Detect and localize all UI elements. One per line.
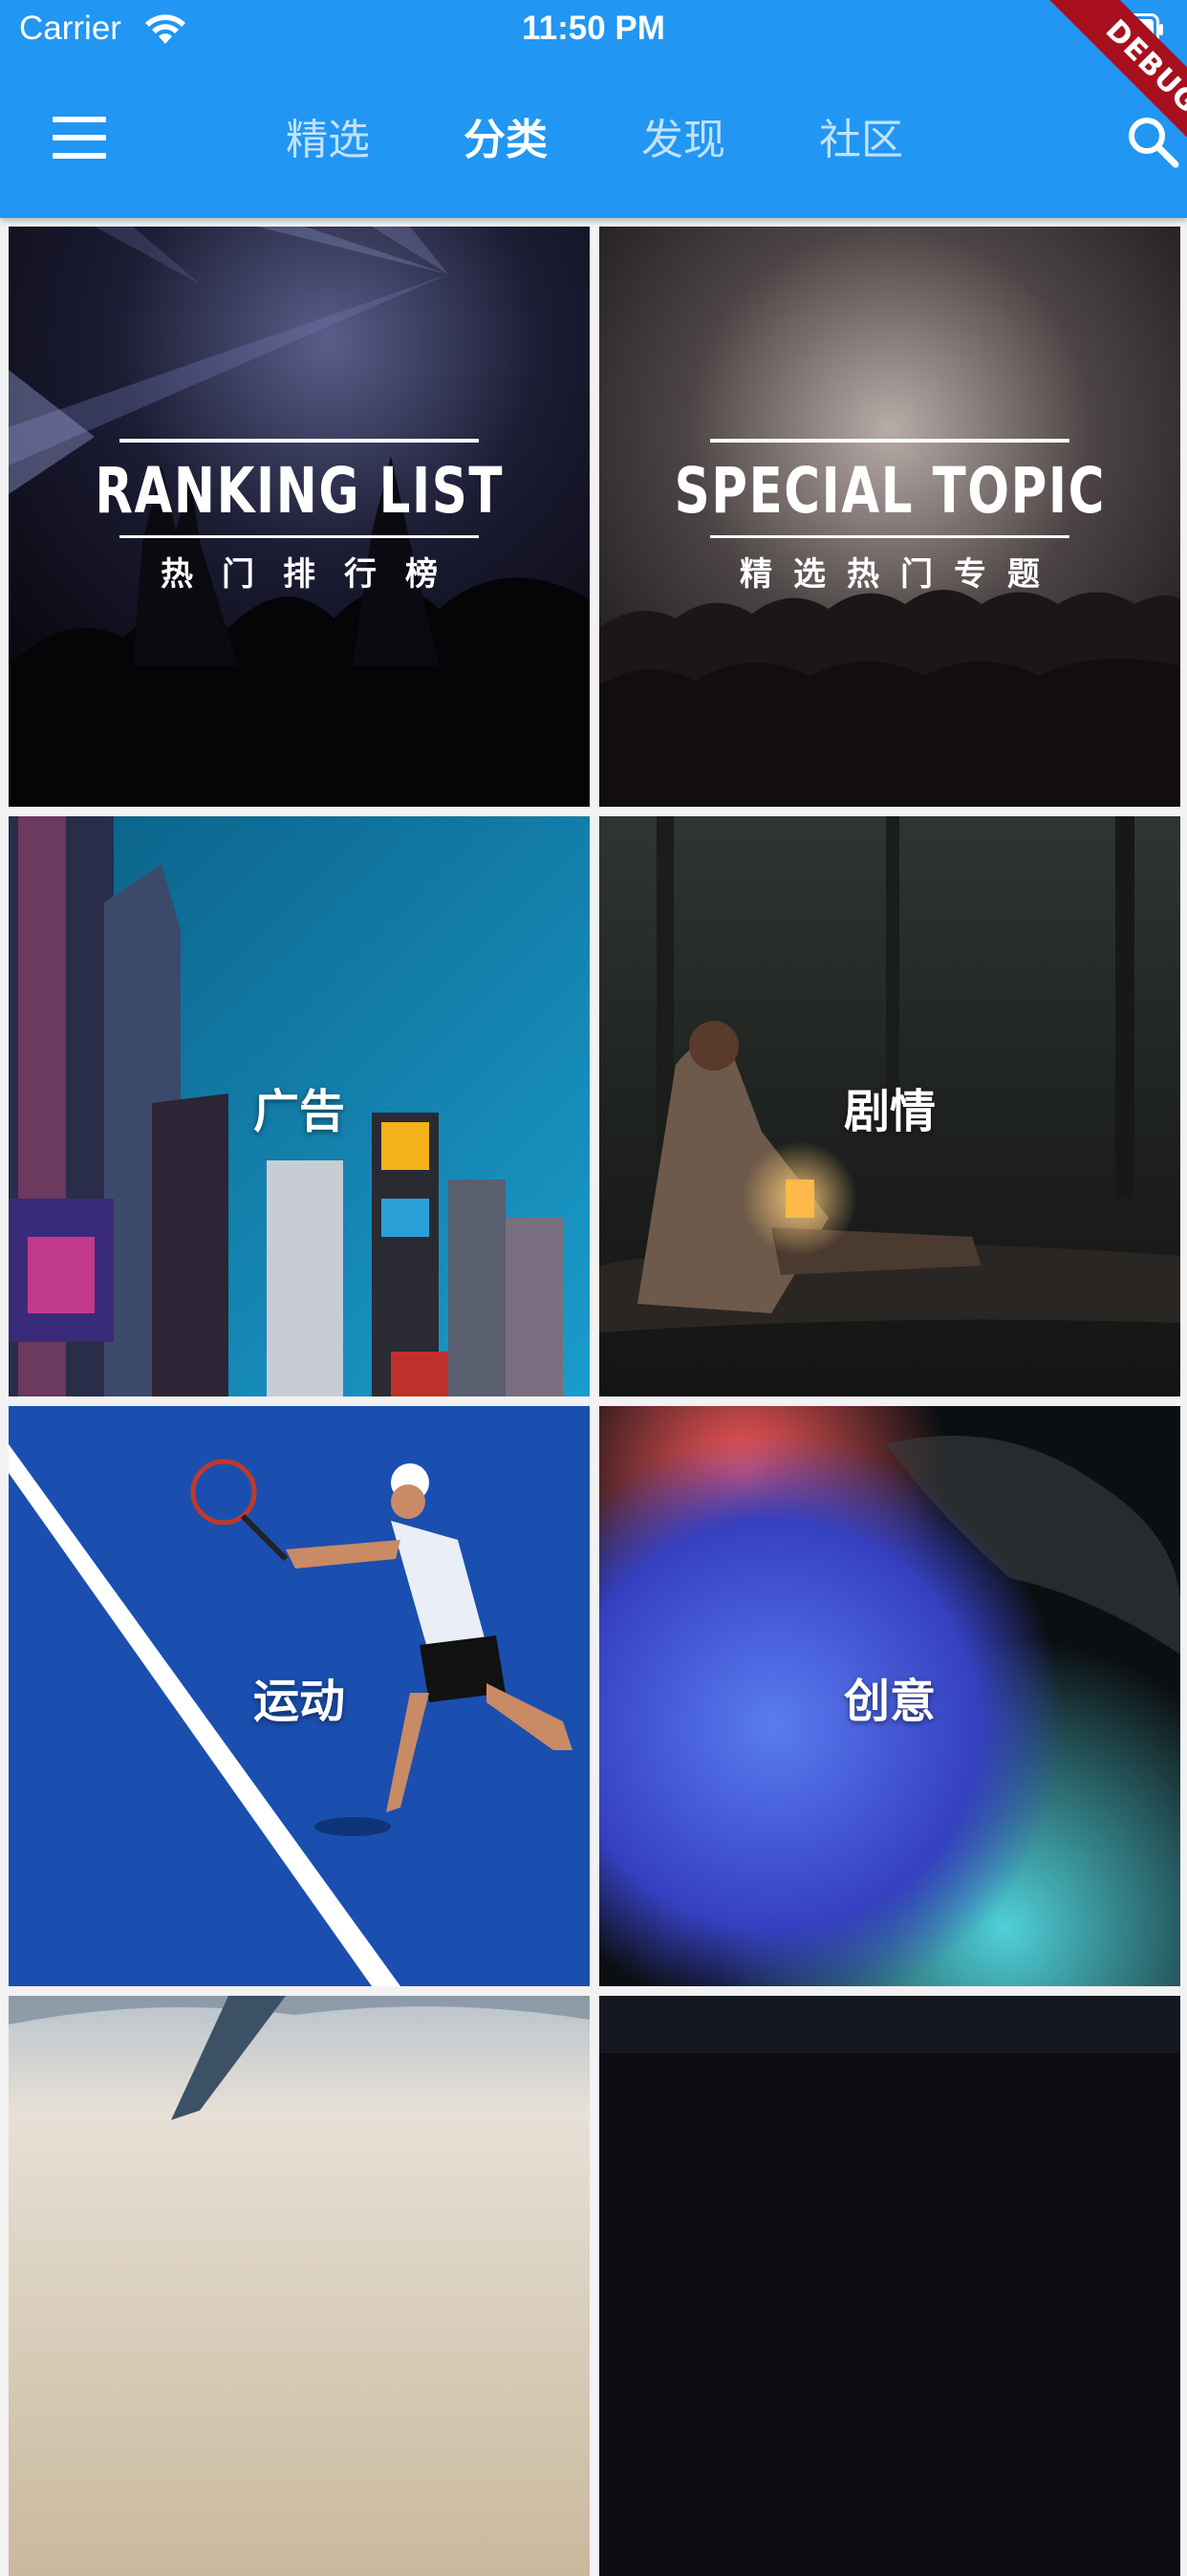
tab-bar: 精选 分类 发现 社区 — [239, 107, 950, 174]
tab-community[interactable]: 社区 — [772, 107, 950, 174]
airplane-wing-photo-icon — [9, 1996, 590, 2576]
special-topic-logo: SPECIAL TOPIC 精选热门专题 — [599, 227, 1180, 807]
category-drama-label: 剧情 — [843, 1084, 936, 1138]
category-tile-8[interactable] — [599, 1996, 1180, 2576]
tab-category[interactable]: 分类 — [417, 107, 594, 174]
special-topic-subtitle: 精选热门专题 — [740, 555, 1061, 594]
category-ranking-list[interactable]: RANKING LIST 热门排行榜 — [9, 227, 590, 807]
category-sports-label: 运动 — [252, 1674, 345, 1728]
category-ad-label: 广告 — [252, 1084, 345, 1138]
category-special-topic[interactable]: SPECIAL TOPIC 精选热门专题 — [599, 227, 1180, 807]
tab-selected[interactable]: 精选 — [239, 107, 417, 174]
ranking-list-subtitle: 热门排行榜 — [161, 555, 466, 594]
special-topic-title: SPECIAL TOPIC — [674, 454, 1106, 528]
app-bar: Carrier 11:50 PM 精选 分类 发现 社区 DEBUG — [0, 0, 1187, 218]
ranking-list-logo: RANKING LIST 热门排行榜 — [9, 227, 590, 807]
category-ad[interactable]: 广告 — [9, 816, 590, 1396]
category-creative[interactable]: 创意 — [599, 1406, 1180, 1986]
category-tile-7[interactable] — [9, 1996, 590, 2576]
tab-discover[interactable]: 发现 — [594, 107, 772, 174]
menu-icon[interactable] — [53, 117, 106, 159]
category-creative-label: 创意 — [843, 1674, 936, 1728]
status-time: 11:50 PM — [522, 10, 665, 47]
category-sports[interactable]: 运动 — [9, 1406, 590, 1986]
dark-photo-icon — [599, 1996, 1180, 2576]
search-icon[interactable] — [1124, 113, 1181, 170]
battery-icon — [1099, 13, 1163, 46]
ranking-list-title: RANKING LIST — [95, 454, 504, 528]
category-drama[interactable]: 剧情 — [599, 816, 1180, 1396]
status-bar: Carrier 11:50 PM — [0, 0, 1187, 63]
toolbar: 精选 分类 发现 社区 — [0, 63, 1187, 216]
